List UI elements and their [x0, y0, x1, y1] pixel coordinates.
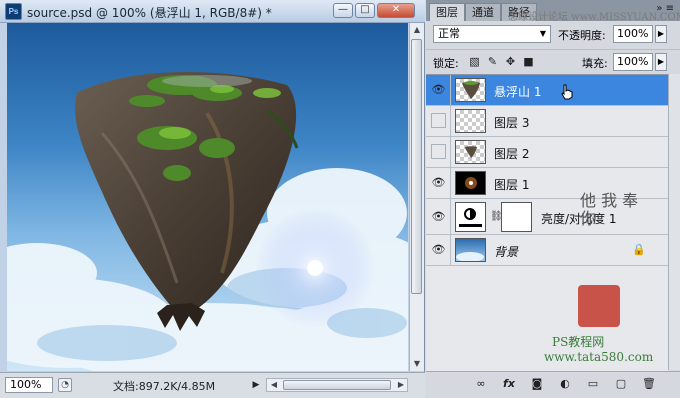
visibility-eye-icon[interactable]: 👁 [431, 82, 446, 97]
layer-row[interactable]: 👁 背景 🔒 [426, 235, 668, 266]
document-titlebar[interactable]: Ps source.psd @ 100% (悬浮山 1, RGB/8#) * —… [0, 0, 425, 23]
blend-mode-value: 正常 [438, 27, 460, 40]
fill-slider-arrow-icon[interactable]: ▶ [655, 53, 667, 71]
red-seal-stamp [578, 285, 620, 327]
chevron-down-icon: ▼ [539, 29, 546, 38]
visibility-toggle-off[interactable] [431, 144, 446, 159]
fill-field[interactable]: 100% [613, 53, 653, 71]
layer-thumbnail [455, 171, 486, 195]
close-button[interactable]: ✕ [377, 3, 415, 18]
vertical-scrollbar[interactable]: ▲ ▼ [409, 23, 424, 371]
scroll-down-icon[interactable]: ▼ [411, 357, 423, 371]
tab-layers[interactable]: 图层 [429, 3, 465, 21]
watermark-verse: 他 我 奉 你 [580, 191, 639, 228]
zoom-level-field[interactable]: 100% [5, 377, 53, 393]
hand-cursor-icon [561, 84, 573, 100]
layers-scrollbar[interactable] [668, 74, 680, 370]
layer-name: 背景 [494, 245, 519, 259]
layer-row[interactable]: 👁 悬浮山 1 [426, 75, 668, 106]
watermark-ps-site: PS教程网 [552, 335, 605, 349]
lock-pixels-brush-icon[interactable]: ✎ [486, 55, 499, 68]
link-icon[interactable]: ∞ [474, 377, 488, 391]
lock-row: 锁定: ▧ ✎ ✥ ■ 填充: 100% ▶ [426, 49, 680, 74]
lock-all-icon[interactable]: ■ [522, 55, 535, 68]
maximize-button[interactable]: □ [355, 3, 375, 18]
lock-transparency-icon[interactable]: ▧ [468, 55, 481, 68]
layer-mask-thumbnail [501, 202, 532, 232]
adjustment-thumbnail [455, 202, 486, 232]
mask-icon[interactable]: ◙ [530, 377, 544, 391]
status-options-icon[interactable]: ◔ [58, 378, 72, 392]
document-window: Ps source.psd @ 100% (悬浮山 1, RGB/8#) * —… [0, 0, 425, 398]
lock-icon: 🔒 [632, 243, 646, 256]
document-title: source.psd @ 100% (悬浮山 1, RGB/8#) * [27, 6, 272, 20]
horizontal-scrollbar[interactable]: ◀ ▶ [266, 378, 408, 392]
status-menu-arrow-icon[interactable]: ▶ [250, 378, 262, 392]
watermark-url: www.tata580.com [544, 350, 654, 364]
layer-row[interactable]: 图层 3 [426, 106, 668, 137]
layer-thumbnail [455, 109, 486, 133]
visibility-eye-icon[interactable]: 👁 [431, 175, 446, 190]
tab-channels[interactable]: 通道 [465, 3, 501, 21]
adjustment-icon[interactable]: ◐ [558, 377, 572, 391]
opacity-slider-arrow-icon[interactable]: ▶ [655, 25, 667, 43]
visibility-toggle-off[interactable] [431, 113, 446, 128]
visibility-eye-icon[interactable]: 👁 [431, 209, 446, 224]
new-layer-icon[interactable]: ▢ [614, 377, 628, 391]
scroll-up-icon[interactable]: ▲ [411, 23, 423, 37]
layer-name: 图层 1 [494, 178, 530, 192]
watermark-top: 思缘设计论坛 www.MISSYUAN.COM [508, 12, 680, 23]
opacity-label: 不透明度: [558, 29, 606, 42]
scroll-right-icon[interactable]: ▶ [395, 379, 407, 391]
layer-thumbnail [455, 140, 486, 164]
blend-row: 正常 ▼ 不透明度: 100% ▶ [426, 22, 680, 46]
layer-name: 图层 2 [494, 147, 530, 161]
layer-row[interactable]: 图层 2 [426, 137, 668, 168]
layer-name: 悬浮山 1 [494, 85, 542, 99]
horizontal-scroll-thumb[interactable] [283, 380, 391, 390]
document-size: 文档:897.2K/4.85M [113, 380, 216, 393]
status-bar: 100% ◔ 文档:897.2K/4.85M ▶ ◀ ▶ [0, 372, 425, 398]
vertical-scroll-thumb[interactable] [411, 39, 422, 294]
trash-icon[interactable]: 🗑 [642, 377, 656, 391]
lock-position-move-icon[interactable]: ✥ [504, 55, 517, 68]
blend-mode-select[interactable]: 正常 ▼ [433, 25, 551, 43]
scroll-left-icon[interactable]: ◀ [268, 379, 280, 391]
visibility-eye-icon[interactable]: 👁 [431, 242, 446, 257]
fill-label: 填充: [582, 57, 608, 70]
lock-label: 锁定: [433, 57, 459, 70]
layer-thumbnail [455, 78, 486, 102]
group-icon[interactable]: ▭ [586, 377, 600, 391]
photoshop-app-icon: Ps [5, 3, 22, 20]
image-canvas[interactable] [7, 23, 408, 371]
opacity-field[interactable]: 100% [613, 25, 653, 43]
minimize-button[interactable]: — [333, 3, 353, 18]
fx-icon[interactable]: fx [502, 377, 516, 391]
layer-thumbnail [455, 238, 486, 262]
floating-mountain-artwork [7, 23, 408, 371]
layer-name: 图层 3 [494, 116, 530, 130]
layers-bottom-toolbar: ∞ fx ◙ ◐ ▭ ▢ 🗑 [426, 371, 680, 398]
